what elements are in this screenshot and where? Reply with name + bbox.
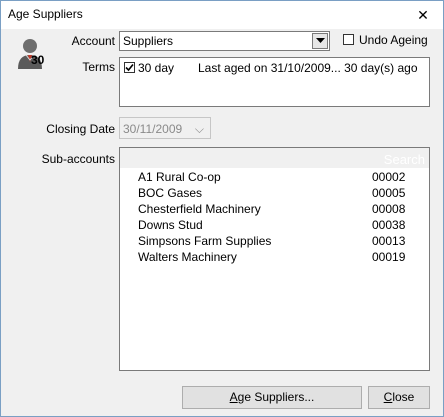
- close-icon: ✕: [417, 6, 429, 23]
- window-title: Age Suppliers: [8, 7, 83, 21]
- terms-list[interactable]: 30 day Last aged on 31/10/2009... 30 day…: [119, 57, 430, 107]
- undo-ageing-checkbox[interactable]: [343, 34, 354, 45]
- age-button-accel: A: [229, 390, 238, 404]
- list-item[interactable]: Chesterfield Machinery 00008: [138, 202, 408, 218]
- sub-accounts-search-bar[interactable]: Search: [120, 148, 429, 168]
- chevron-down-icon[interactable]: ⌵: [195, 122, 204, 137]
- sub-account-code: 00038: [372, 218, 406, 232]
- sub-account-name: A1 Rural Co-op: [138, 170, 221, 184]
- sub-account-name: BOC Gases: [138, 186, 203, 200]
- sub-account-name: Chesterfield Machinery: [138, 202, 261, 216]
- closing-date-label: Closing Date: [46, 122, 115, 136]
- sub-account-code: 00019: [372, 250, 406, 264]
- list-item[interactable]: A1 Rural Co-op 00002: [138, 170, 408, 186]
- dropdown-arrow-icon[interactable]: [312, 33, 328, 49]
- account-combobox[interactable]: Suppliers: [119, 31, 330, 51]
- terms-checkbox[interactable]: [124, 62, 135, 73]
- sub-account-name: Simpsons Farm Supplies: [138, 234, 272, 248]
- avatar-number: 30: [31, 53, 45, 67]
- close-button[interactable]: Close: [368, 386, 430, 409]
- sub-accounts-list[interactable]: Search A1 Rural Co-op 00002 BOC Gases 00…: [119, 147, 430, 371]
- close-window-button[interactable]: ✕: [403, 1, 443, 29]
- age-suppliers-button[interactable]: Age Suppliers...: [182, 386, 362, 409]
- terms-label: Terms: [82, 60, 115, 74]
- undo-ageing-label: Undo Ageing: [359, 33, 428, 47]
- list-item[interactable]: Simpsons Farm Supplies 00013: [138, 234, 408, 250]
- sub-account-code: 00013: [372, 234, 406, 248]
- terms-last-aged: Last aged on 31/10/2009... 30 day(s) ago: [198, 61, 418, 75]
- closing-date-value: 30/11/2009: [123, 122, 183, 136]
- title-bar: Age Suppliers ✕: [1, 1, 443, 29]
- terms-period: 30 day: [138, 61, 175, 75]
- account-label: Account: [71, 34, 115, 48]
- account-value: Suppliers: [123, 34, 174, 48]
- list-item[interactable]: Downs Stud 00038: [138, 218, 408, 234]
- list-item[interactable]: Walters Machinery 00019: [138, 250, 408, 266]
- age-suppliers-dialog: Age Suppliers ✕ 30 Account Suppliers Und…: [0, 0, 444, 417]
- sub-account-code: 00002: [372, 170, 406, 184]
- sub-accounts-label: Sub-accounts: [41, 152, 115, 166]
- closing-date-picker[interactable]: 30/11/2009 ⌵: [119, 117, 211, 139]
- list-item[interactable]: BOC Gases 00005: [138, 186, 408, 202]
- close-button-label: lose: [392, 390, 415, 404]
- sub-account-code: 00008: [372, 202, 406, 216]
- sub-account-code: 00005: [372, 186, 406, 200]
- age-button-label: ge Suppliers...: [237, 390, 315, 404]
- sub-account-name: Downs Stud: [138, 218, 203, 232]
- sub-account-name: Walters Machinery: [138, 250, 237, 264]
- search-input[interactable]: Search: [384, 152, 425, 167]
- checkmark-icon: [125, 63, 134, 72]
